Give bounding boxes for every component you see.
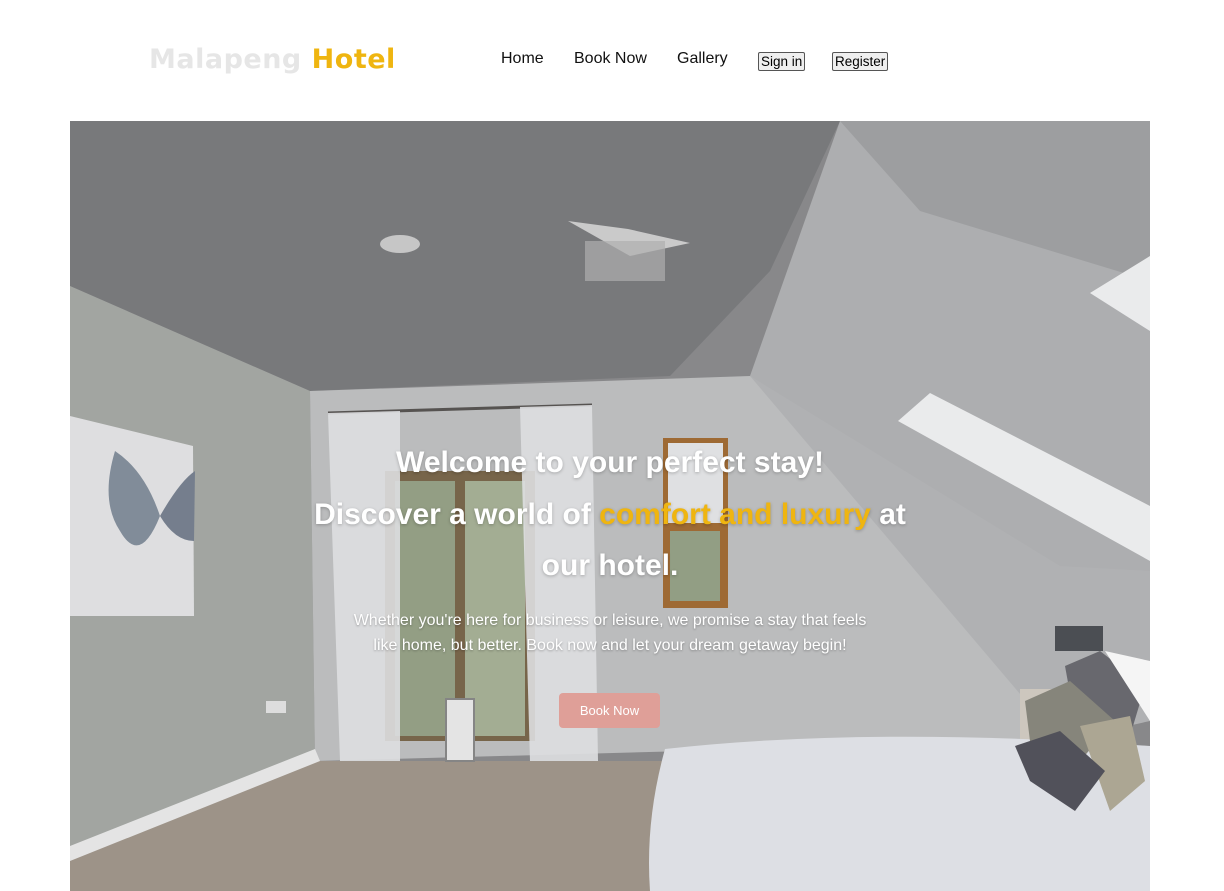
nav-link-book-now[interactable]: Book Now (574, 50, 647, 68)
register-button[interactable]: Register (832, 52, 889, 71)
hero-headline: Welcome to your perfect stay! Discover a… (310, 437, 910, 592)
hero-subtext: Whether you're here for business or leis… (353, 612, 867, 654)
headline-pre: Discover a world of (314, 497, 600, 531)
hero-section: Welcome to your perfect stay! Discover a… (70, 121, 1150, 891)
book-now-button[interactable]: Book Now (559, 693, 660, 728)
hotel-logo[interactable]: Malapeng Hotel (149, 44, 396, 75)
headline-line-1: Welcome to your perfect stay! (396, 446, 824, 479)
logo-text-primary: Malapeng (149, 44, 302, 75)
sign-in-button[interactable]: Sign in (758, 52, 806, 71)
logo-text-accent: Hotel (311, 44, 396, 75)
header: Malapeng Hotel Home Book Now Gallery Sig… (0, 0, 1224, 121)
nav-link-gallery[interactable]: Gallery (677, 50, 728, 68)
nav-link-home[interactable]: Home (501, 50, 544, 68)
headline-accent: comfort and luxury (599, 497, 871, 531)
